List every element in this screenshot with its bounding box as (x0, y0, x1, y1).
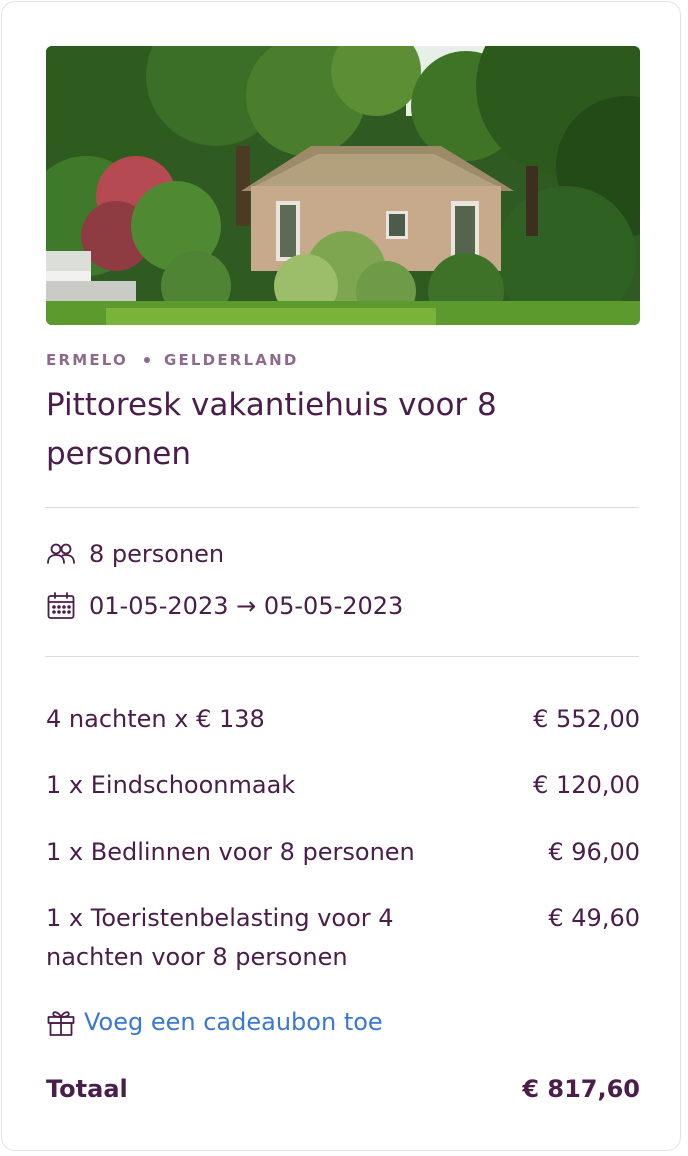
dates-row: 01-05-2023 → 05-05-2023 (46, 591, 403, 621)
booking-summary-card: ERMELO GELDERLAND Pittoresk vakantiehuis… (1, 1, 681, 1151)
line-item-amount: € 49,60 (548, 904, 640, 932)
location-city: ERMELO (46, 351, 128, 369)
dates-label: 01-05-2023 → 05-05-2023 (89, 592, 404, 620)
calendar-icon (46, 591, 76, 621)
add-gift-voucher-label[interactable]: Voeg een cadeaubon toe (84, 1008, 383, 1036)
line-item-amount: € 96,00 (548, 838, 640, 866)
location-province: GELDERLAND (163, 351, 299, 369)
separator-dot (143, 357, 150, 363)
line-item-label: 1 x Toeristenbelasting voor 4 nachten vo… (46, 904, 394, 971)
line-item-amount: € 120,00 (533, 771, 640, 799)
total-label: Totaal (46, 1075, 128, 1103)
property-photo (46, 46, 640, 325)
guests-label: 8 personen (89, 540, 225, 568)
line-item-label: 4 nachten x € 138 (46, 705, 265, 733)
line-item-label: 1 x Bedlinnen voor 8 personen (46, 838, 415, 866)
line-item-amount: € 552,00 (533, 705, 640, 733)
guests-row: 8 personen (46, 539, 224, 569)
divider-top (45, 507, 639, 508)
total-row: Totaal € 817,60 (46, 1075, 640, 1103)
divider-middle (45, 656, 639, 657)
location-line: ERMELO GELDERLAND (46, 351, 299, 369)
line-item-label: 1 x Eindschoonmaak (46, 771, 296, 799)
people-icon (46, 539, 76, 569)
gift-icon (46, 1007, 76, 1037)
property-title: Pittoresk vakantiehuis voor 8 personen (46, 387, 497, 472)
total-amount: € 817,60 (522, 1075, 640, 1103)
add-gift-voucher-link[interactable]: Voeg een cadeaubon toe (46, 1007, 383, 1037)
